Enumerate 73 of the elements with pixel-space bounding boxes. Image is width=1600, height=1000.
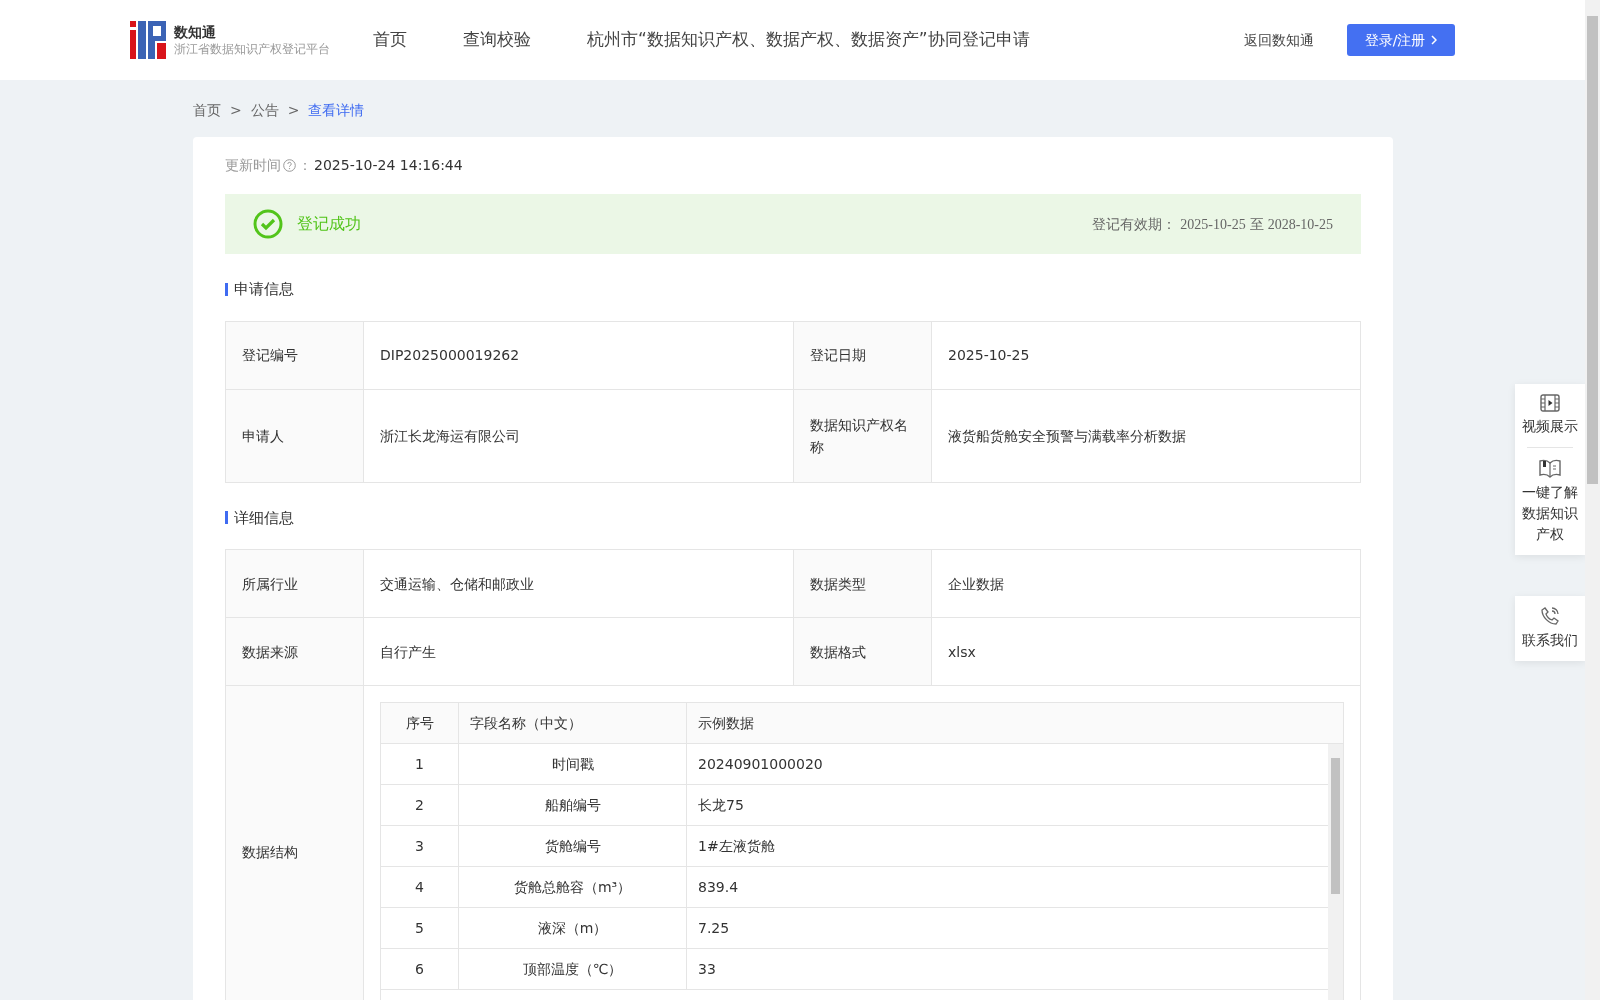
logo-subtitle: 浙江省数据知识产权登记平台 <box>174 41 330 57</box>
breadcrumb-link[interactable]: 查看详情 <box>308 100 365 121</box>
back-link[interactable]: 返回数知通 <box>1244 29 1314 51</box>
colon: ： <box>298 156 312 175</box>
table-cell: 船舶编号 <box>459 785 687 825</box>
column-header: 序号 <box>381 703 459 743</box>
validity-date: 2025-10-25 <box>1180 215 1246 234</box>
breadcrumb-link[interactable]: 首页 <box>193 100 221 121</box>
field-value: 企业数据 <box>932 550 1360 618</box>
field-label: 数据知识产权名称 <box>794 389 932 482</box>
field-label: 数据来源 <box>226 618 364 686</box>
section-marker <box>225 282 228 296</box>
field-label: 登记编号 <box>226 321 364 390</box>
phone-icon <box>1540 606 1560 626</box>
breadcrumb-link[interactable]: 公告 <box>250 100 279 121</box>
column-header: 字段名称（中文） <box>459 703 687 743</box>
table-cell: 货舱总舱容（m³） <box>459 867 687 907</box>
page-scrollbar[interactable] <box>1585 0 1600 1000</box>
validity-separator: 至 <box>1249 214 1264 234</box>
field-value: 液货船货舱安全预警与满载率分析数据 <box>947 426 1187 446</box>
breadcrumb-separator: > <box>287 101 300 120</box>
table-cell: 1 <box>381 744 459 784</box>
field-label: 数据结构 <box>226 686 364 1000</box>
table-cell-text: 1#左液货舱 <box>697 837 776 856</box>
table-cell-text: 839.4 <box>697 878 740 897</box>
chevron-right-icon <box>1431 35 1438 45</box>
table-cell: 2 <box>381 785 459 825</box>
validity-label: 登记有效期： <box>1092 214 1177 234</box>
side-button[interactable]: 联系我们 <box>1515 596 1585 661</box>
table-cell: 5 <box>381 908 459 948</box>
field-label: 数据类型 <box>794 550 932 618</box>
field-label: 申请人 <box>226 389 364 482</box>
column-header: 示例数据 <box>697 714 755 733</box>
section-title: 详细信息 <box>234 507 294 529</box>
logo-icon <box>130 21 166 59</box>
field-value: xlsx <box>932 618 1360 686</box>
table-cell: 货舱编号 <box>459 826 687 866</box>
table-cell: 3 <box>381 826 459 866</box>
nav-link[interactable]: 首页 <box>373 27 407 53</box>
update-time: 2025-10-24 14:16:44 <box>314 156 463 175</box>
side-label: 视频展示 <box>1522 417 1578 436</box>
side-button[interactable]: 视频展示 <box>1515 384 1585 447</box>
status-text: 登记成功 <box>297 213 361 235</box>
nav-link[interactable]: 杭州市“数据知识产权、数据产权、数据资产”协同登记申请 <box>587 27 1030 53</box>
table-cell-text: 7.25 <box>697 919 731 938</box>
table-cell-text: 长龙75 <box>697 796 745 815</box>
table-cell: 4 <box>381 867 459 907</box>
table-cell-text: 33 <box>697 960 717 979</box>
field-label: 登记日期 <box>794 321 932 390</box>
section-marker <box>225 511 228 525</box>
side-button[interactable]: 一键了解数据知识产权 <box>1515 448 1585 555</box>
field-value: 2025-10-25 <box>932 321 1360 390</box>
table-cell: 6 <box>381 949 459 989</box>
update-label: 更新时间 <box>225 156 281 175</box>
validity-date: 2028-10-25 <box>1267 215 1333 234</box>
scrollbar[interactable] <box>1328 744 1343 1000</box>
logo-title: 数知通 <box>174 23 217 41</box>
field-label: 数据格式 <box>794 618 932 686</box>
check-circle-icon <box>253 209 283 239</box>
table-cell-text: 20240901000020 <box>697 755 824 774</box>
table-cell: 顶部温度（℃） <box>459 949 687 989</box>
login-button[interactable]: 登录/注册 <box>1347 24 1455 56</box>
help-icon[interactable] <box>283 159 296 172</box>
nav-link[interactable]: 查询校验 <box>463 27 531 53</box>
table-cell: 时间戳 <box>459 744 687 784</box>
side-label: 联系我们 <box>1522 631 1578 650</box>
book-icon <box>1539 458 1561 478</box>
field-label: 所属行业 <box>226 550 364 618</box>
breadcrumb-separator: > <box>230 101 242 120</box>
side-label: 一键了解数据知识产权 <box>1521 483 1579 544</box>
film-icon <box>1540 394 1560 412</box>
table-cell: 液深（m） <box>459 908 687 948</box>
section-title: 申请信息 <box>234 279 294 300</box>
